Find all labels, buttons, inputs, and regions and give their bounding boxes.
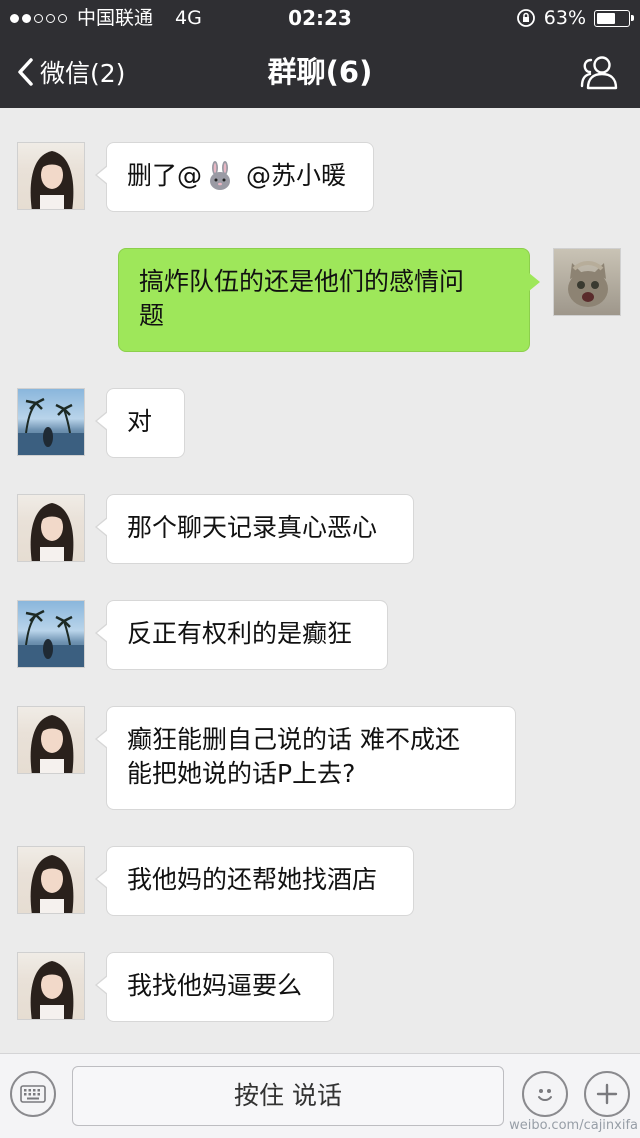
avatar-member-girl[interactable] <box>17 706 85 774</box>
hold-to-talk-button[interactable]: 按住 说话 <box>72 1066 504 1126</box>
plus-icon <box>596 1083 618 1105</box>
avatar-member-girl[interactable] <box>17 846 85 914</box>
avatar-member-girl[interactable] <box>17 952 85 1020</box>
smiley-icon <box>538 1089 552 1101</box>
rabbit-emoji-icon <box>205 161 235 200</box>
message-text-mention: @苏小暖 <box>238 161 346 190</box>
watermark-text: weibo.com/cajinxifa <box>509 1118 638 1133</box>
top-bar: 中国联通 4G 02:23 63% 微信(2) 群聊(6) <box>0 0 640 108</box>
message-text: 删了@ <box>127 161 203 190</box>
emoji-button[interactable] <box>522 1071 568 1117</box>
message-text: 癫狂能删自己说的话 难不成还 能把她说的话P上去? <box>127 725 460 788</box>
message-bubble[interactable]: 反正有权利的是癫狂 <box>95 600 388 670</box>
keyboard-icon <box>20 1085 46 1103</box>
message-bubble-self[interactable]: 搞炸队伍的还是他们的感情问 题 <box>118 248 540 352</box>
avatar-member-beach[interactable] <box>17 388 85 456</box>
group-members-icon <box>580 56 618 90</box>
message-text: 搞炸队伍的还是他们的感情问 题 <box>139 267 465 330</box>
navigation-bar: 微信(2) 群聊(6) <box>0 36 640 108</box>
avatar-member-beach[interactable] <box>17 600 85 668</box>
message-list[interactable]: 删了@ @苏小暖 搞炸队伍的还是他们的感情问 题 对 那个聊天记录真心恶心 反正… <box>0 108 640 1053</box>
keyboard-toggle-button[interactable] <box>10 1071 56 1117</box>
message-text: 我找他妈逼要么 <box>127 971 303 1000</box>
battery-percent: 63% <box>543 7 586 29</box>
more-actions-button[interactable] <box>584 1071 630 1117</box>
message-text: 对 <box>127 407 153 436</box>
status-bar: 中国联通 4G 02:23 63% <box>0 0 640 36</box>
avatar-self-cat[interactable] <box>553 248 621 316</box>
avatar-member-girl[interactable] <box>17 142 85 210</box>
group-members-button[interactable] <box>578 54 618 92</box>
message-bubble[interactable]: 我他妈的还帮她找酒店 <box>95 846 414 916</box>
message-bubble[interactable]: 删了@ @苏小暖 <box>95 142 374 212</box>
input-bar: 按住 说话 weibo.com/cajinxifa <box>0 1053 640 1138</box>
message-bubble[interactable]: 癫狂能删自己说的话 难不成还 能把她说的话P上去? <box>95 706 516 810</box>
message-text: 反正有权利的是癫狂 <box>127 619 353 648</box>
avatar-member-girl[interactable] <box>17 494 85 562</box>
message-bubble[interactable]: 我找他妈逼要么 <box>95 952 334 1022</box>
watermark: weibo.com/cajinxifa <box>509 1117 638 1134</box>
rotation-lock-icon <box>516 8 536 28</box>
message-text: 那个聊天记录真心恶心 <box>127 513 378 542</box>
message-bubble[interactable]: 对 <box>95 388 185 458</box>
message-bubble[interactable]: 那个聊天记录真心恶心 <box>95 494 414 564</box>
battery-icon <box>594 9 634 27</box>
chat-title: 群聊(6) <box>267 55 373 89</box>
message-text: 我他妈的还帮她找酒店 <box>127 865 378 894</box>
